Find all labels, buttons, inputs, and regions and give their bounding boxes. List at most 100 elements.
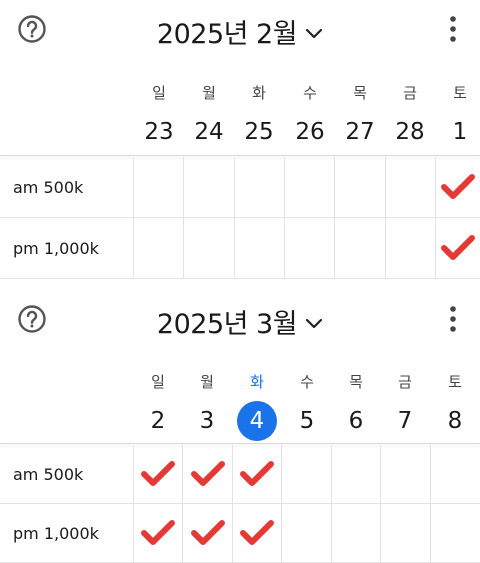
day-column-6[interactable]: 토8 [430, 371, 480, 441]
schedule-cell[interactable] [182, 504, 232, 562]
date-number: 28 [395, 119, 425, 145]
schedule-cell[interactable] [284, 218, 334, 278]
checkmark-icon [190, 461, 225, 486]
schedule-row: pm 1,000k [0, 218, 480, 279]
checkmark-icon [240, 461, 274, 486]
schedule-cell[interactable] [334, 157, 385, 217]
day-column-3[interactable]: 수5 [282, 371, 332, 441]
weekday-label: 화 [252, 84, 266, 102]
day-column-4[interactable]: 목6 [331, 371, 381, 441]
schedule-cell[interactable] [234, 218, 284, 278]
today-date-number: 4 [237, 401, 277, 441]
weekday-label: 토 [453, 84, 467, 102]
schedule-cell[interactable] [331, 445, 380, 503]
weekday-label: 수 [303, 84, 317, 102]
day-column-0[interactable]: 일 23 [134, 82, 184, 152]
schedule-cell[interactable] [435, 218, 480, 278]
row-label: pm 1,000k [13, 238, 99, 258]
calendar-panel-february: 2025년 2월 일 23 월 24 화 25 수 26 목 27 금 28 토 1 am 500k pm … [0, 0, 480, 279]
date-number: 3 [199, 408, 215, 434]
date-number: 27 [345, 119, 375, 145]
weekday-label: 화 [250, 373, 264, 391]
date-number: 2 [150, 408, 166, 434]
schedule-cell[interactable] [182, 445, 232, 503]
weekday-label: 월 [202, 84, 216, 102]
checkmark-icon [190, 520, 225, 545]
date-number: 26 [295, 119, 325, 145]
schedule-row: am 500k [0, 157, 480, 218]
weekday-label: 수 [300, 373, 314, 391]
month-selector[interactable]: 2025년 2월 [157, 12, 323, 51]
schedule-cell[interactable] [380, 504, 430, 562]
day-column-2[interactable]: 화 25 [234, 82, 284, 152]
weekday-label: 금 [398, 373, 412, 391]
schedule-cell[interactable] [380, 445, 430, 503]
day-column-1[interactable]: 월3 [182, 371, 232, 441]
schedule-cell[interactable] [234, 157, 284, 217]
month-title: 2025년 2월 [156, 19, 298, 50]
schedule-cell[interactable] [183, 157, 234, 217]
schedule-cell[interactable] [435, 157, 480, 217]
checkmark-icon [141, 520, 175, 545]
date-number: 25 [244, 119, 274, 145]
date-number: 8 [447, 408, 463, 434]
day-column-4[interactable]: 목 27 [335, 82, 385, 152]
day-column-0[interactable]: 일2 [133, 371, 183, 441]
schedule-row: am 500k [0, 445, 480, 504]
schedule-cell[interactable] [430, 504, 480, 562]
schedule-cell[interactable] [385, 218, 435, 278]
date-number: 24 [194, 119, 224, 145]
calendar-header: 2025년 3월 [0, 290, 480, 346]
month-title: 2025년 3월 [156, 309, 298, 340]
schedule-cell[interactable] [133, 157, 183, 217]
more-vert-icon[interactable] [443, 14, 463, 44]
schedule-cell[interactable] [334, 218, 385, 278]
weekday-label: 월 [200, 373, 214, 391]
weekday-label: 토 [448, 373, 462, 391]
weekday-label: 목 [353, 84, 367, 102]
day-header-row: 일 23 월 24 화 25 수 26 목 27 금 28 토 1 [0, 82, 480, 156]
more-vert-icon[interactable] [443, 304, 463, 334]
date-number: 5 [299, 408, 315, 434]
day-column-6[interactable]: 토1 [435, 82, 480, 152]
schedule-cell[interactable] [281, 445, 331, 503]
schedule-cell[interactable] [133, 218, 183, 278]
checkmark-icon [240, 520, 274, 545]
calendar-panel-march: 2025년 3월 일2월3화4수5목6금7토8 am 500k pm 1,000k [0, 281, 480, 563]
chevron-down-icon [305, 28, 323, 38]
schedule-cell[interactable] [232, 504, 281, 562]
divider [0, 443, 480, 444]
row-label: pm 1,000k [13, 523, 99, 543]
date-number: 6 [348, 408, 364, 434]
schedule-grid: am 500k pm 1,000k [0, 445, 480, 563]
date-number: 23 [144, 119, 174, 145]
weekday-label: 일 [152, 84, 166, 102]
weekday-label: 일 [151, 373, 165, 391]
schedule-cell[interactable] [430, 445, 480, 503]
day-column-5[interactable]: 금7 [380, 371, 430, 441]
checkmark-icon [141, 461, 175, 486]
day-column-5[interactable]: 금 28 [385, 82, 435, 152]
weekday-label: 목 [349, 373, 363, 391]
schedule-cell[interactable] [232, 445, 281, 503]
day-column-2[interactable]: 화4 [232, 371, 282, 441]
schedule-cell[interactable] [133, 445, 182, 503]
schedule-cell[interactable] [183, 218, 234, 278]
divider [0, 155, 480, 156]
date-number: 1 [452, 119, 468, 145]
schedule-cell[interactable] [133, 504, 182, 562]
chevron-down-icon [305, 318, 323, 328]
schedule-cell[interactable] [385, 157, 435, 217]
schedule-cell[interactable] [284, 157, 334, 217]
schedule-row: pm 1,000k [0, 504, 480, 563]
date-number: 7 [397, 408, 413, 434]
schedule-cell[interactable] [281, 504, 331, 562]
weekday-label: 금 [403, 84, 417, 102]
day-column-1[interactable]: 월 24 [184, 82, 234, 152]
schedule-cell[interactable] [331, 504, 380, 562]
checkmark-icon [441, 174, 475, 199]
checkmark-icon [441, 235, 475, 260]
month-selector[interactable]: 2025년 3월 [157, 302, 323, 341]
row-label: am 500k [13, 177, 84, 197]
day-column-3[interactable]: 수 26 [285, 82, 335, 152]
